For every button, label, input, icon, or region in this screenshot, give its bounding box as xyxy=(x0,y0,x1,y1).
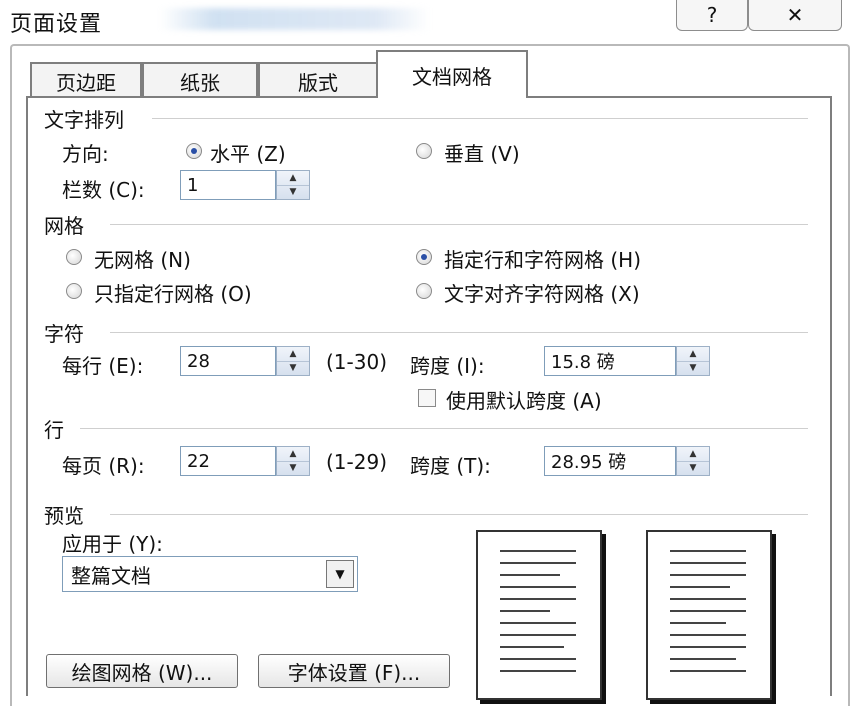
default-pitch-label[interactable]: 使用默认跨度 (A) xyxy=(446,385,602,414)
tab-paper[interactable]: 纸张 xyxy=(142,62,258,98)
lines-per-page-input[interactable]: 22 xyxy=(180,446,276,476)
font-settings-button[interactable]: 字体设置 (F)... xyxy=(258,654,450,688)
spin-down-icon[interactable]: ▼ xyxy=(277,185,309,199)
lines-divider xyxy=(80,428,808,429)
preview-page-left xyxy=(476,530,602,700)
preview-page-right xyxy=(646,530,772,700)
line-pitch-input[interactable]: 28.95 磅 xyxy=(544,446,676,476)
grid-snap-chars-label[interactable]: 文字对齐字符网格 (X) xyxy=(444,278,640,307)
spin-up-icon[interactable]: ▲ xyxy=(277,171,309,186)
spin-down-icon[interactable]: ▼ xyxy=(677,461,709,475)
help-button[interactable]: ? xyxy=(676,0,748,31)
spin-up-icon[interactable]: ▲ xyxy=(277,347,309,362)
spin-up-icon[interactable]: ▲ xyxy=(677,447,709,462)
columns-input[interactable]: 1 xyxy=(180,170,276,200)
lines-per-page-range: (1-29) xyxy=(326,450,387,474)
grid-none-label[interactable]: 无网格 (N) xyxy=(94,244,191,273)
chars-per-line-range: (1-30) xyxy=(326,350,387,374)
characters-section-title: 字符 xyxy=(44,322,84,346)
direction-horizontal-label[interactable]: 水平 (Z) xyxy=(210,138,286,167)
columns-label: 栏数 (C): xyxy=(62,178,145,202)
grid-lines-and-chars-radio[interactable] xyxy=(416,249,432,265)
spin-down-icon[interactable]: ▼ xyxy=(677,361,709,375)
direction-vertical-label[interactable]: 垂直 (V) xyxy=(444,138,520,167)
grid-none-radio[interactable] xyxy=(66,249,82,265)
spin-down-icon[interactable]: ▼ xyxy=(277,361,309,375)
window-title: 页面设置 xyxy=(10,12,103,37)
characters-divider xyxy=(110,332,808,333)
tab-document-grid[interactable]: 文档网格 xyxy=(376,50,528,98)
grid-lines-and-chars-label[interactable]: 指定行和字符网格 (H) xyxy=(444,244,641,273)
drawing-grid-button[interactable]: 绘图网格 (W)... xyxy=(46,654,238,688)
default-pitch-checkbox[interactable] xyxy=(418,389,436,407)
lines-per-page-spinner[interactable]: ▲ ▼ xyxy=(276,446,310,476)
grid-divider xyxy=(110,224,808,225)
apply-to-label: 应用于 (Y): xyxy=(62,532,163,556)
tab-layout[interactable]: 版式 xyxy=(258,62,378,98)
direction-horizontal-radio[interactable] xyxy=(186,143,202,159)
lines-per-page-label: 每页 (R): xyxy=(62,454,145,478)
apply-to-value: 整篇文档 xyxy=(71,563,151,588)
line-pitch-spinner[interactable]: ▲ ▼ xyxy=(676,446,710,476)
grid-snap-chars-radio[interactable] xyxy=(416,283,432,299)
grid-lines-only-label[interactable]: 只指定行网格 (O) xyxy=(94,278,252,307)
lines-section-title: 行 xyxy=(44,418,64,442)
apply-to-select[interactable]: 整篇文档 xyxy=(62,556,358,592)
columns-spinner[interactable]: ▲ ▼ xyxy=(276,170,310,200)
chars-per-line-input[interactable]: 28 xyxy=(180,346,276,376)
char-pitch-label: 跨度 (I): xyxy=(410,354,485,378)
grid-lines-only-radio[interactable] xyxy=(66,283,82,299)
direction-label: 方向: xyxy=(62,142,109,166)
text-layout-section-title: 文字排列 xyxy=(44,108,124,132)
char-pitch-spinner[interactable]: ▲ ▼ xyxy=(676,346,710,376)
tab-margins[interactable]: 页边距 xyxy=(30,62,142,98)
spin-up-icon[interactable]: ▲ xyxy=(677,347,709,362)
close-button[interactable]: ✕ xyxy=(748,0,842,31)
grid-section-title: 网格 xyxy=(44,214,84,238)
text-layout-divider xyxy=(152,118,808,119)
help-icon: ? xyxy=(706,3,718,27)
char-pitch-input[interactable]: 15.8 磅 xyxy=(544,346,676,376)
line-pitch-label: 跨度 (T): xyxy=(410,454,491,478)
chevron-down-icon[interactable]: ▼ xyxy=(326,560,354,588)
close-icon: ✕ xyxy=(786,3,804,27)
preview-divider xyxy=(110,514,808,515)
preview-section-title: 预览 xyxy=(44,504,84,528)
chars-per-line-label: 每行 (E): xyxy=(62,354,144,378)
title-bar-blur xyxy=(160,8,430,30)
spin-up-icon[interactable]: ▲ xyxy=(277,447,309,462)
chars-per-line-spinner[interactable]: ▲ ▼ xyxy=(276,346,310,376)
spin-down-icon[interactable]: ▼ xyxy=(277,461,309,475)
direction-vertical-radio[interactable] xyxy=(416,143,432,159)
